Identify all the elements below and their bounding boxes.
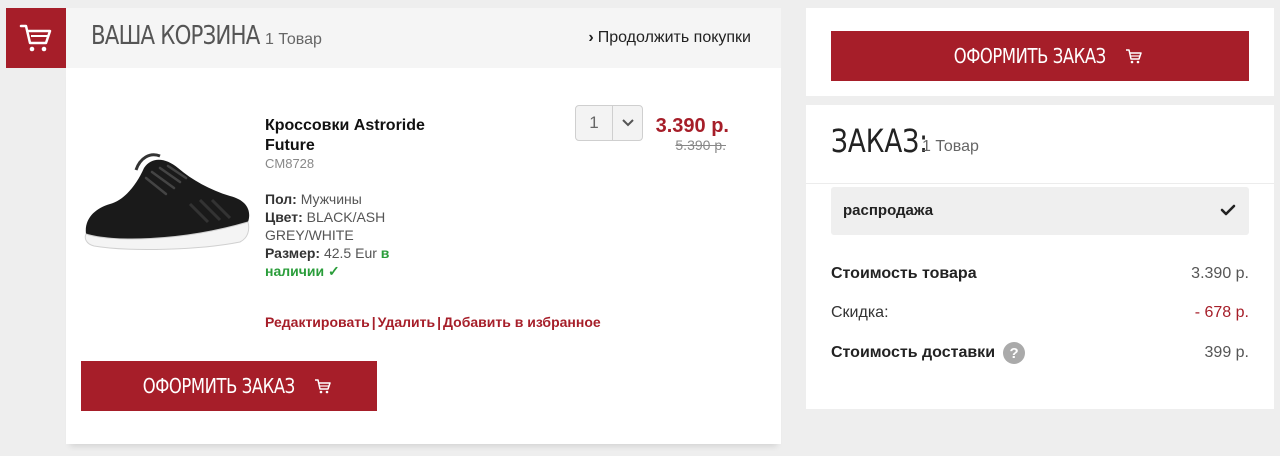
delivery-label: Стоимость доставки: [831, 344, 996, 362]
cart-badge: [6, 8, 66, 68]
cart-item-panel: Кроссовки Astroride Future CM8728 Пол: М…: [66, 68, 781, 444]
subtotal-row: Стоимость товара 3.390 р.: [831, 265, 1249, 283]
delivery-value: 399 р.: [1204, 344, 1249, 361]
product-sku: CM8728: [265, 156, 315, 171]
price-current: 3.390 р.: [655, 115, 729, 137]
order-summary: ЗАКАЗ: 1 Товар распродажа Стоимость това…: [806, 105, 1274, 409]
color-label: Цвет:: [265, 209, 303, 225]
size-value: 42.5 Eur: [323, 245, 377, 261]
promo-row[interactable]: распродажа: [831, 187, 1249, 235]
cart-item-count: 1 Товар: [265, 31, 322, 48]
quantity-select[interactable]: 1: [575, 105, 643, 141]
gender-value: Мужчины: [300, 191, 362, 207]
subtotal-label: Стоимость товара: [831, 265, 977, 282]
gender-label: Пол:: [265, 191, 297, 207]
edit-link[interactable]: Редактировать: [265, 314, 370, 330]
cart-title: ВАША КОРЗИНА: [91, 21, 260, 51]
continue-shopping-label: Продолжить покупки: [597, 29, 751, 46]
product-name[interactable]: Кроссовки Astroride Future: [265, 116, 465, 156]
discount-value: - 678 р.: [1194, 304, 1249, 321]
delivery-label-wrap: Стоимость доставки?: [831, 342, 1026, 364]
chevron-down-icon[interactable]: [612, 106, 642, 140]
item-actions: Редактировать | Удалить | Добавить в избранн…: [265, 314, 601, 330]
promo-label: распродажа: [843, 202, 934, 219]
checkout-button-top[interactable]: ОФОРМИТЬ ЗАКАЗ: [831, 31, 1249, 81]
checkout-label: ОФОРМИТЬ ЗАКАЗ: [142, 374, 296, 398]
cart-icon: [1125, 49, 1142, 64]
order-title: ЗАКАЗ:: [831, 122, 929, 160]
price-original: 5.390 р.: [675, 137, 726, 153]
help-icon[interactable]: ?: [1003, 342, 1026, 364]
separator: |: [371, 314, 376, 330]
remove-link[interactable]: Удалить: [378, 314, 435, 330]
checkout-label: ОФОРМИТЬ ЗАКАЗ: [953, 44, 1107, 68]
chevron-right-icon: ›: [588, 29, 594, 46]
cart-icon: [314, 379, 331, 394]
checkout-button-bottom[interactable]: ОФОРМИТЬ ЗАКАЗ: [81, 361, 377, 411]
separator: |: [437, 314, 442, 330]
subtotal-value: 3.390 р.: [1191, 265, 1249, 282]
check-icon: [1220, 204, 1236, 216]
size-label: Размер:: [265, 245, 321, 261]
product-attributes: Пол: Мужчины Цвет: BLACK/ASH GREY/WHITE …: [265, 190, 425, 280]
divider: [806, 183, 1274, 184]
shoe-image: [84, 153, 250, 250]
cart-icon: [19, 24, 52, 52]
order-item-count: 1 Товар: [922, 138, 979, 155]
continue-shopping-link[interactable]: › Продолжить покупки: [588, 29, 751, 47]
cart-header: ВАША КОРЗИНА 1 Товар › Продолжить покупки: [66, 8, 781, 68]
checkout-top-panel: ОФОРМИТЬ ЗАКАЗ: [806, 8, 1274, 96]
delivery-row: Стоимость доставки? 399 р.: [831, 342, 1249, 364]
discount-row: Скидка: - 678 р.: [831, 304, 1249, 322]
add-to-favorites-link[interactable]: Добавить в избранное: [443, 314, 601, 330]
discount-label: Скидка:: [831, 304, 889, 321]
quantity-value: 1: [589, 113, 599, 132]
